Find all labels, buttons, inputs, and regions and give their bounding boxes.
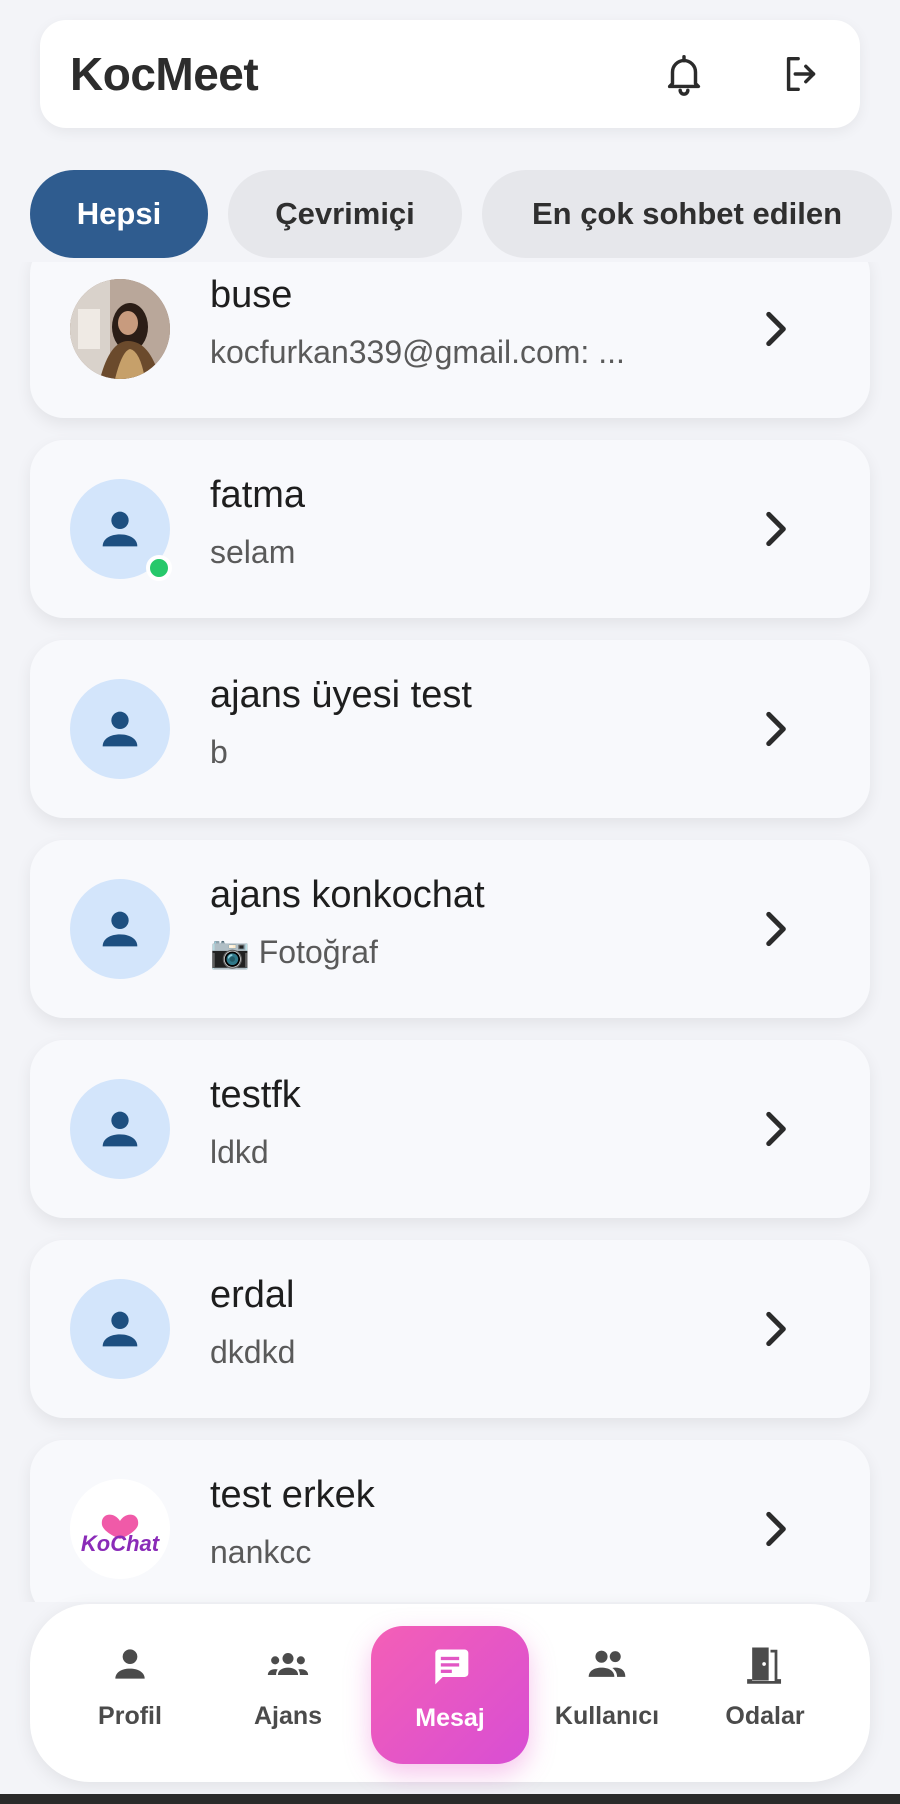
chat-list-item[interactable]: KoChat test erkek nankcc <box>30 1440 870 1602</box>
chat-last-message: ldkd <box>210 1134 269 1170</box>
avatar <box>70 279 170 379</box>
chat-list-item[interactable]: testfk ldkd <box>30 1040 870 1218</box>
chat-name: ajans konkochat <box>210 874 485 916</box>
kochat-logo: KoChat <box>81 1514 161 1556</box>
filter-chips: Hepsi Çevrimiçi En çok sohbet edilen <box>30 170 900 258</box>
chat-info: ajans konkochat 📷 Fotoğraf <box>210 868 730 976</box>
nav-kullanici[interactable]: Kullanıcı <box>537 1642 677 1742</box>
chevron-right-icon <box>766 711 786 747</box>
chat-last-message: kocfurkan339@gmail.com: ... <box>210 334 625 370</box>
chat-info: fatma selam <box>210 468 730 576</box>
person-avatar <box>70 879 170 979</box>
avatar <box>70 479 172 581</box>
avatar <box>70 879 170 979</box>
users-icon <box>588 1650 626 1677</box>
chat-last-message: nankcc <box>210 1534 312 1570</box>
filter-chip-all[interactable]: Hepsi <box>30 170 208 258</box>
chat-list: buse kocfurkan339@gmail.com: ... fatma s… <box>0 262 900 1602</box>
chat-last-message: dkdkd <box>210 1334 296 1370</box>
photo-avatar <box>70 279 170 379</box>
person-icon <box>102 911 138 947</box>
nav-odalar[interactable]: Odalar <box>695 1642 835 1742</box>
chat-info: testfk ldkd <box>210 1068 730 1176</box>
chevron-right-icon <box>766 1511 786 1547</box>
person-icon <box>115 1649 145 1679</box>
chat-name: buse <box>210 274 293 316</box>
chat-info: ajans üyesi test b <box>210 668 730 776</box>
nav-mesaj[interactable]: Mesaj <box>371 1626 529 1764</box>
bottom-navigation: Profil Ajans Mesaj Kullanıcı Odalar <box>30 1604 870 1782</box>
chat-list-item[interactable]: ajans konkochat 📷 Fotoğraf <box>30 840 870 1018</box>
chat-list-item[interactable]: ajans üyesi test b <box>30 640 870 818</box>
nav-label: Mesaj <box>415 1704 485 1732</box>
app-title: KocMeet <box>70 48 259 100</box>
chevron-right-icon <box>766 911 786 947</box>
svg-text:KoChat: KoChat <box>81 1531 161 1556</box>
chat-list-item[interactable]: erdal dkdkd <box>30 1240 870 1418</box>
app-header: KocMeet <box>40 20 860 128</box>
chat-name: test erkek <box>210 1474 375 1516</box>
person-avatar <box>70 1279 170 1379</box>
chat-last-message: b <box>210 734 228 770</box>
system-bottom-bar <box>0 1794 900 1804</box>
chat-last-message: selam <box>210 534 296 570</box>
nav-ajans[interactable]: Ajans <box>218 1642 358 1742</box>
avatar <box>70 1079 170 1179</box>
chat-info: erdal dkdkd <box>210 1268 730 1376</box>
nav-label: Ajans <box>253 1702 323 1730</box>
filter-chip-most-chatted[interactable]: En çok sohbet edilen <box>482 170 892 258</box>
avatar: KoChat <box>70 1479 170 1579</box>
nav-label: Profil <box>98 1702 162 1730</box>
chat-info: test erkek nankcc <box>210 1468 730 1576</box>
nav-label: Odalar <box>725 1702 805 1730</box>
chat-last-message: 📷 Fotoğraf <box>210 934 378 970</box>
chat-name: ajans üyesi test <box>210 674 472 716</box>
avatar <box>70 679 170 779</box>
person-avatar <box>70 679 170 779</box>
chat-name: testfk <box>210 1074 301 1116</box>
person-avatar <box>70 1079 170 1179</box>
person-icon <box>102 1311 138 1347</box>
logout-icon[interactable] <box>774 46 830 102</box>
chat-info: buse kocfurkan339@gmail.com: ... <box>210 268 730 376</box>
kochat-logo-avatar: KoChat <box>70 1479 170 1579</box>
chevron-right-icon <box>766 1311 786 1347</box>
nav-label: Kullanıcı <box>554 1702 660 1730</box>
chevron-right-icon <box>766 1111 786 1147</box>
chevron-right-icon <box>766 511 786 547</box>
bell-icon[interactable] <box>656 46 712 102</box>
person-icon <box>102 711 138 747</box>
chat-name: erdal <box>210 1274 295 1316</box>
nav-profil[interactable]: Profil <box>60 1642 200 1742</box>
group-icon <box>267 1653 309 1675</box>
person-icon <box>102 1111 138 1147</box>
message-icon <box>435 1649 469 1685</box>
chat-list-item[interactable]: buse kocfurkan339@gmail.com: ... <box>30 262 870 418</box>
person-icon <box>102 511 138 547</box>
filter-chip-online[interactable]: Çevrimiçi <box>228 170 462 258</box>
door-icon <box>747 1647 782 1684</box>
online-status-dot <box>146 555 172 581</box>
avatar <box>70 1279 170 1379</box>
chat-list-item[interactable]: fatma selam <box>30 440 870 618</box>
chat-name: fatma <box>210 474 306 516</box>
chevron-right-icon <box>766 311 786 347</box>
